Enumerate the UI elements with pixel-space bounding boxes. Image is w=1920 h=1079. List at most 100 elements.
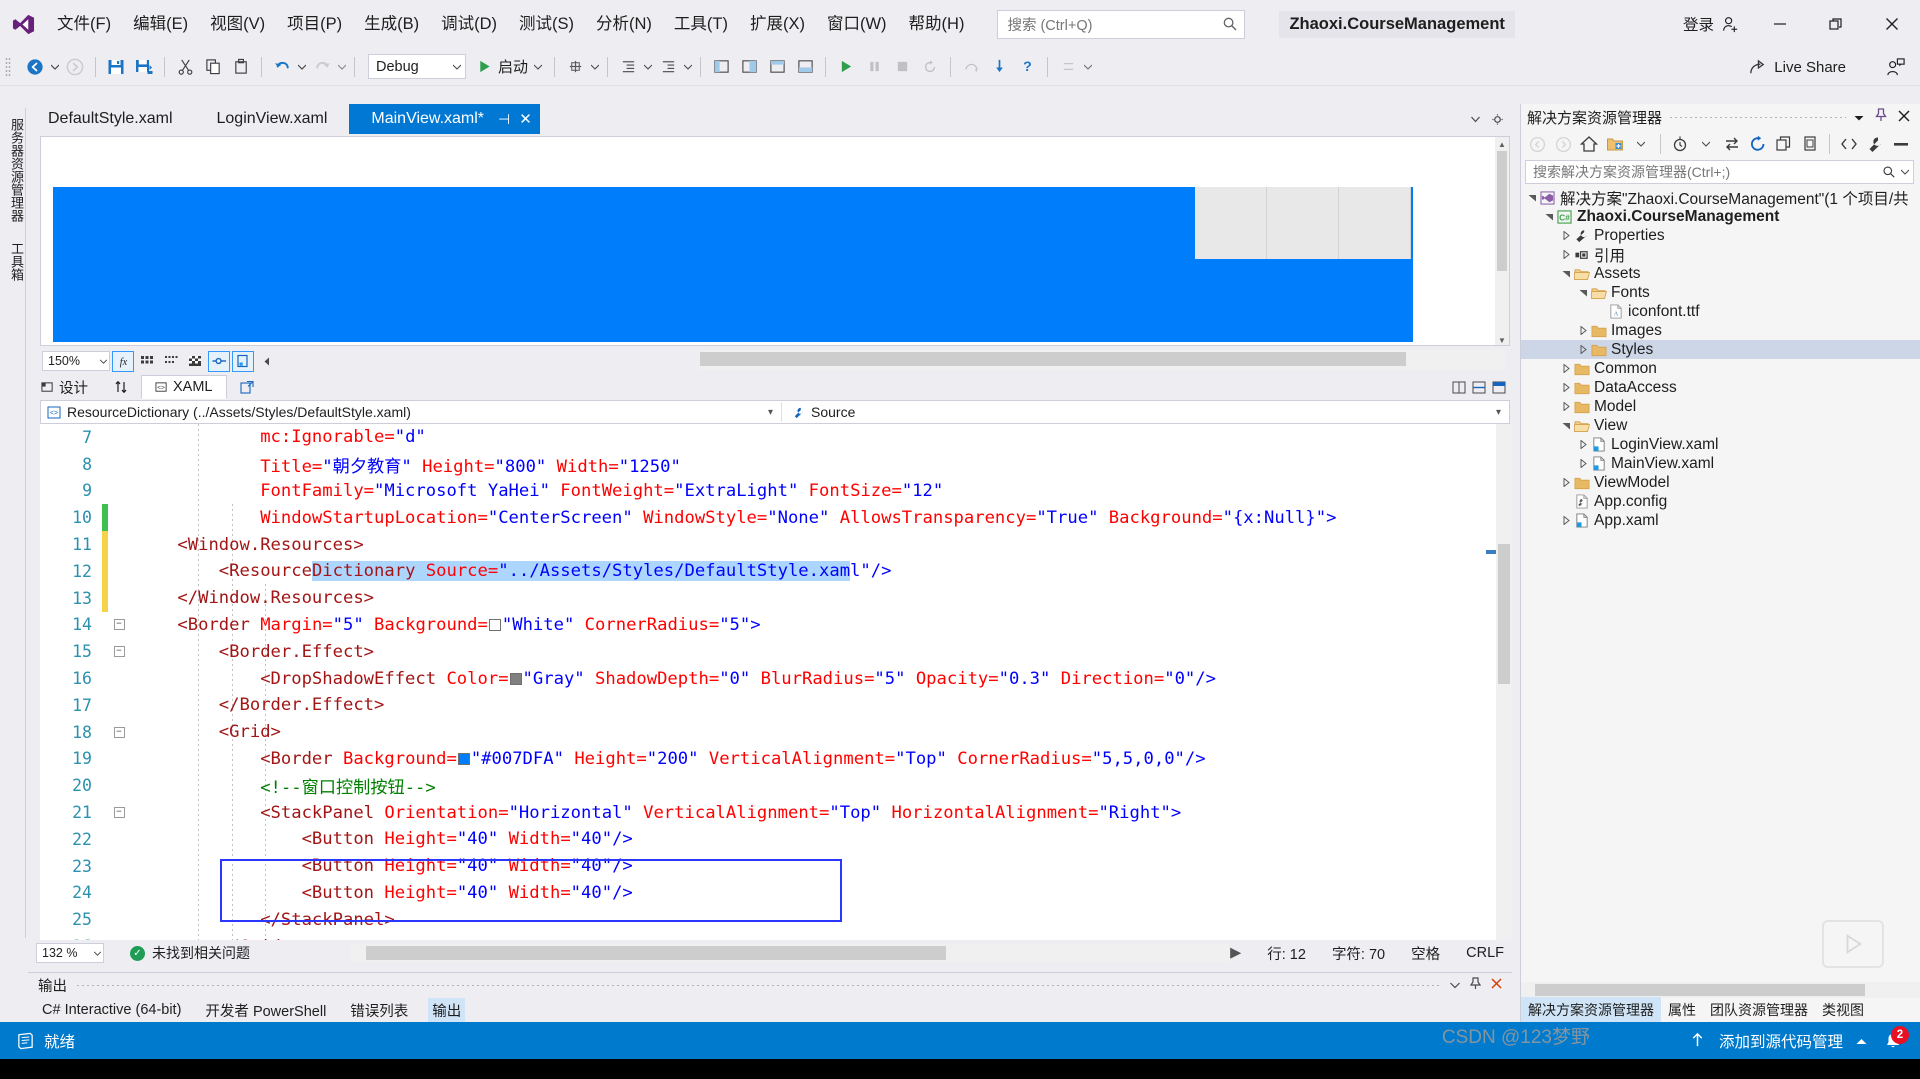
designer-collapse-arrow[interactable] <box>256 351 278 372</box>
code-line[interactable]: 19 <Border Background= "#007DFA" Height="… <box>40 746 1510 773</box>
twisty-collapsed-icon[interactable] <box>1576 326 1590 335</box>
se-refresh-button[interactable] <box>1746 132 1770 156</box>
solution-configuration-select[interactable]: Debug <box>368 54 466 79</box>
copy-button[interactable] <box>199 53 227 81</box>
se-hscroll-thumb[interactable] <box>1535 984 1865 996</box>
step-down-button[interactable] <box>985 53 1013 81</box>
output-tab[interactable]: 输出 <box>428 997 466 1023</box>
solution-explorer-search-input[interactable]: 搜索解决方案资源管理器(Ctrl+;) <box>1525 160 1914 184</box>
editor-vertical-scrollbar[interactable] <box>1496 424 1512 940</box>
menu-item-edit[interactable]: 编辑(E) <box>122 0 199 48</box>
tree-item[interactable]: C# Zhaoxi.CourseManagement <box>1521 207 1920 226</box>
code-line[interactable]: 17 </Border.Effect> <box>40 692 1510 719</box>
se-collapse-all-button[interactable] <box>1772 132 1796 156</box>
code-line[interactable]: 26 </Grid> <box>40 933 1510 940</box>
live-share-button[interactable]: Live Share <box>1740 48 1854 86</box>
tree-item[interactable]: App.xaml <box>1521 511 1920 530</box>
menu-item-analyze[interactable]: 分析(N) <box>585 0 663 48</box>
twisty-expanded-icon[interactable] <box>1525 193 1539 202</box>
live-share-session-button[interactable] <box>1885 48 1906 86</box>
toolbox-tab[interactable]: 工具箱 <box>0 232 26 291</box>
overflow-dropdown[interactable] <box>1082 53 1094 81</box>
menu-item-view[interactable]: 视图(V) <box>199 0 276 48</box>
undo-dropdown[interactable] <box>296 53 308 81</box>
code-line[interactable]: 13 </Window.Resources> <box>40 584 1510 612</box>
navigate-back-dropdown[interactable] <box>49 53 61 81</box>
twisty-collapsed-icon[interactable] <box>1576 440 1590 449</box>
se-show-all-files-button[interactable] <box>1798 132 1822 156</box>
code-line[interactable]: 12 <ResourceDictionary Source="../Assets… <box>40 557 1510 585</box>
indent-decrease-dropdown[interactable] <box>642 53 654 81</box>
tab-list-dropdown-icon[interactable] <box>1466 108 1484 130</box>
twisty-expanded-icon[interactable] <box>1559 421 1573 430</box>
more-tools-button[interactable] <box>1054 53 1082 81</box>
split-vertical-icon[interactable] <box>1450 376 1468 398</box>
attach-dropdown[interactable] <box>589 53 601 81</box>
tree-item[interactable]: Common <box>1521 359 1920 378</box>
attach-process-button[interactable] <box>561 53 589 81</box>
tree-item[interactable]: View <box>1521 416 1920 435</box>
twisty-collapsed-icon[interactable] <box>1559 516 1573 525</box>
tab-defaultstyle-xaml[interactable]: DefaultStyle.xaml <box>26 104 195 134</box>
tree-item[interactable]: Images <box>1521 321 1920 340</box>
design-view-tab[interactable]: 设计 <box>28 374 101 401</box>
server-explorer-window-button[interactable] <box>791 53 819 81</box>
tree-item[interactable]: ViewModel <box>1521 473 1920 492</box>
tree-item[interactable]: LoginView.xaml <box>1521 435 1920 454</box>
code-line[interactable]: 21 − <StackPanel Orientation="Horizontal"… <box>40 799 1510 826</box>
se-view-code-button[interactable] <box>1837 132 1861 156</box>
redo-button[interactable] <box>308 53 336 81</box>
fold-gutter[interactable]: − <box>108 807 130 819</box>
se-pending-dropdown[interactable] <box>1694 132 1718 156</box>
indent-increase-button[interactable] <box>654 53 682 81</box>
output-pin-icon[interactable] <box>1469 976 1482 994</box>
code-line[interactable]: 23 <Button Height="40" Width="40"/> <box>40 853 1510 880</box>
code-line[interactable]: 16 <DropShadowEffect Color= "Gray" Shadow… <box>40 665 1510 692</box>
properties-window-button[interactable] <box>735 53 763 81</box>
swap-panes-button[interactable] <box>101 377 141 397</box>
menu-item-tools[interactable]: 工具(T) <box>663 0 739 48</box>
twisty-expanded-icon[interactable] <box>1559 269 1573 278</box>
editor-horizontal-scrollbar[interactable] <box>350 944 1230 962</box>
collapse-pane-icon[interactable] <box>1490 376 1508 398</box>
tree-item[interactable]: Styles <box>1521 340 1920 359</box>
panel-tab[interactable]: 解决方案资源管理器 <box>1521 997 1661 1023</box>
se-back-button[interactable] <box>1525 132 1549 156</box>
xaml-view-tab[interactable]: <> XAML <box>141 375 227 399</box>
se-properties-button[interactable] <box>1863 132 1887 156</box>
restart-button[interactable] <box>916 53 944 81</box>
snap-to-grid-button[interactable] <box>160 351 182 372</box>
se-forward-button[interactable] <box>1551 132 1575 156</box>
se-search-dropdown-icon[interactable] <box>1901 169 1909 175</box>
code-line[interactable]: 15 − <Border.Effect> <box>40 638 1510 665</box>
designer-scroll-up-arrow[interactable]: ▲ <box>1495 137 1509 151</box>
fold-gutter[interactable]: − <box>108 646 130 658</box>
twisty-expanded-icon[interactable] <box>1542 212 1556 221</box>
menu-item-build[interactable]: 生成(B) <box>353 0 430 48</box>
server-explorer-tab[interactable]: 服务器资源管理器 <box>0 108 26 232</box>
twisty-expanded-icon[interactable] <box>1576 288 1590 297</box>
code-line[interactable]: 22 <Button Height="40" Width="40"/> <box>40 826 1510 853</box>
panel-close-icon[interactable] <box>1898 109 1910 126</box>
restore-button[interactable] <box>1808 0 1864 48</box>
code-line[interactable]: 11 <Window.Resources> <box>40 531 1510 558</box>
show-grid-button[interactable] <box>136 351 158 372</box>
tree-item[interactable]: 解决方案"Zhaoxi.CourseManagement"(1 个项目/共 <box>1521 188 1920 208</box>
fold-gutter[interactable]: − <box>108 619 130 631</box>
collapse-region-icon[interactable]: − <box>113 619 125 631</box>
menu-item-help[interactable]: 帮助(H) <box>898 0 976 48</box>
start-debug-button[interactable]: 启动 <box>473 53 548 81</box>
solution-explorer-hscrollbar[interactable] <box>1521 982 1920 998</box>
breadcrumb-member[interactable]: Source ▾ <box>782 404 1509 420</box>
toolbar-grip[interactable] <box>5 56 17 78</box>
editor-hscroll-thumb[interactable] <box>366 946 946 960</box>
navigate-back-button[interactable] <box>21 53 49 81</box>
code-editor[interactable]: 7 mc:Ignorable="d" 8 Title="朝夕教育" Height=… <box>40 424 1510 940</box>
designer-selection-tool-button[interactable] <box>208 350 230 372</box>
designer-horizontal-scrollbar[interactable] <box>700 350 1506 370</box>
menu-item-project[interactable]: 项目(P) <box>276 0 353 48</box>
code-line[interactable]: 7 mc:Ignorable="d" <box>40 424 1510 451</box>
panel-pin-icon[interactable] <box>1875 108 1887 126</box>
se-sync-button[interactable] <box>1720 132 1744 156</box>
twisty-collapsed-icon[interactable] <box>1559 364 1573 373</box>
